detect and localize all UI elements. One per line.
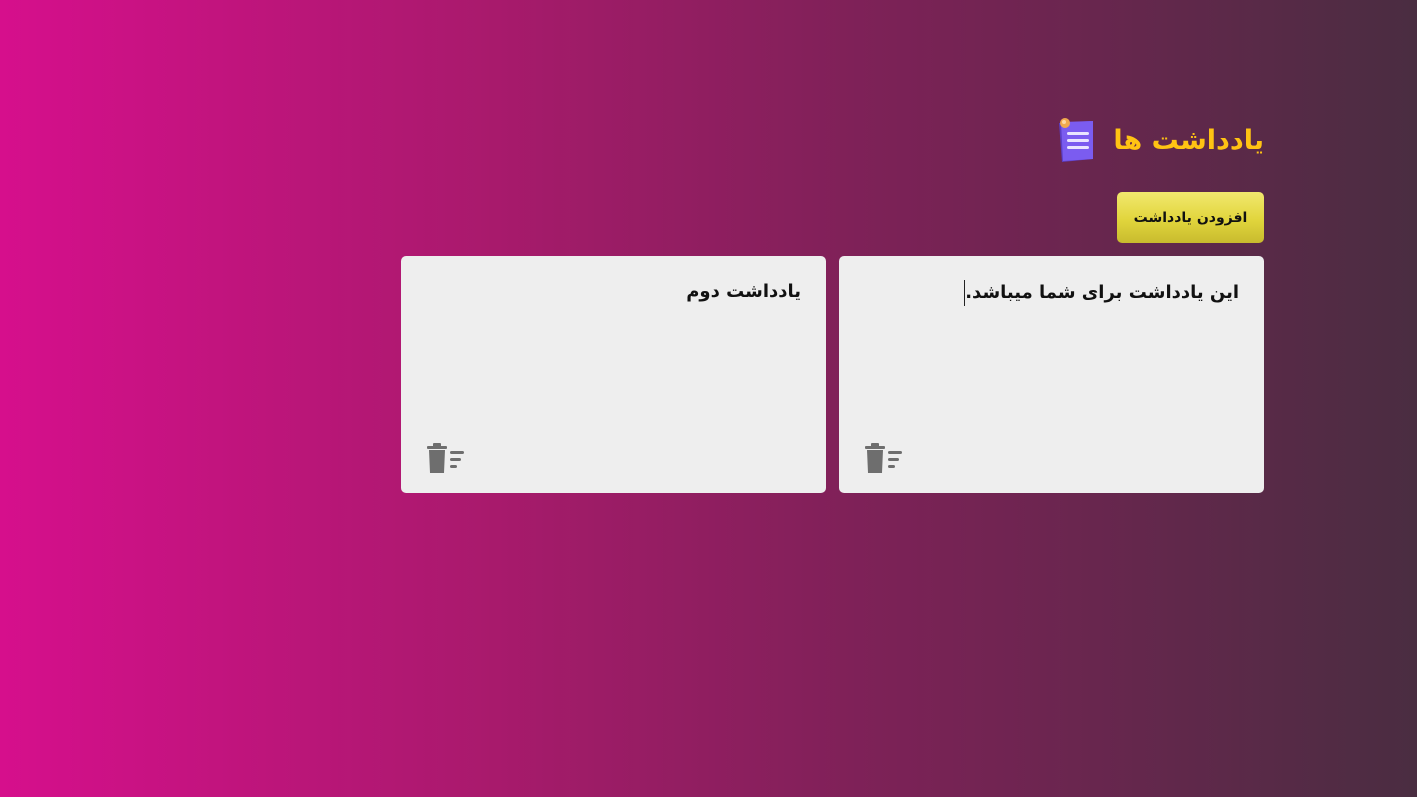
notes-app: یادداشت ها افزودن یادداشت این یادداشت بر…	[401, 112, 1264, 493]
note-content: یادداشت دوم	[686, 281, 801, 302]
delete-note-icon[interactable]	[863, 441, 905, 475]
note-textarea[interactable]: این یادداشت برای شما میباشد.	[864, 280, 1239, 430]
notes-list: این یادداشت برای شما میباشد. یادداشت دوم	[401, 256, 1264, 493]
notes-app-icon	[1055, 115, 1097, 165]
delete-note-icon[interactable]	[425, 441, 467, 475]
add-note-button[interactable]: افزودن یادداشت	[1117, 192, 1264, 243]
note-content: این یادداشت برای شما میباشد.	[965, 282, 1239, 303]
note-card: یادداشت دوم	[401, 256, 826, 493]
page-title: یادداشت ها	[1113, 124, 1264, 156]
note-textarea[interactable]: یادداشت دوم	[426, 280, 801, 430]
app-header: یادداشت ها	[401, 112, 1264, 168]
note-card: این یادداشت برای شما میباشد.	[839, 256, 1264, 493]
